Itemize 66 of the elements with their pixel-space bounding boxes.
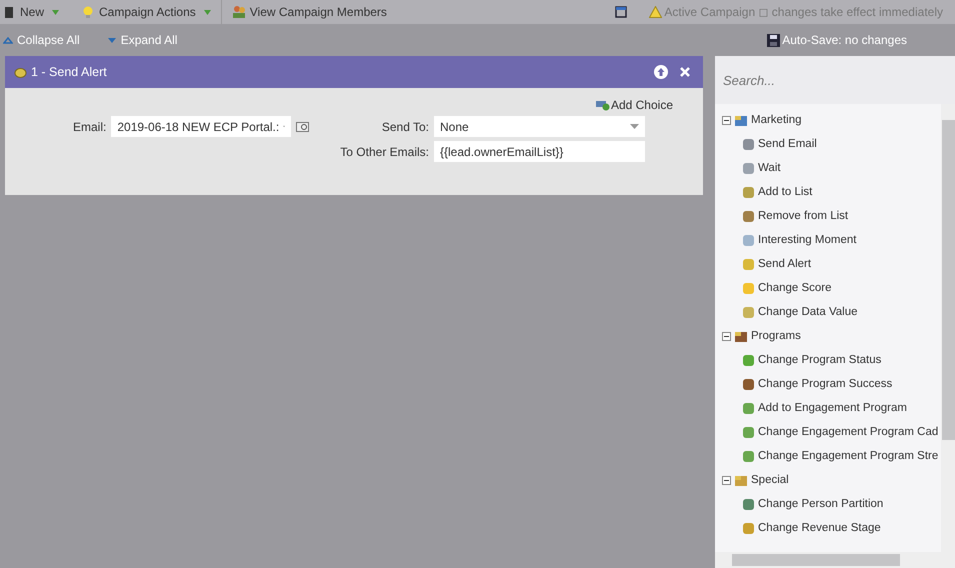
expand-arrow-icon <box>106 36 117 44</box>
field-label: Email: <box>73 120 106 134</box>
people-icon <box>232 5 246 19</box>
notice-text: Active Campaign ◻ changes take effect immediately <box>664 5 943 19</box>
flow-action-icon <box>742 402 755 414</box>
move-up-icon[interactable] <box>654 65 668 79</box>
flow-action-icon <box>742 162 755 174</box>
warning-icon <box>649 6 662 18</box>
folder-icon <box>734 330 748 342</box>
collapse-icon[interactable] <box>722 476 731 484</box>
tree-item[interactable]: Send Email <box>758 138 817 150</box>
flow-action-icon <box>742 282 755 294</box>
document-icon <box>2 5 16 19</box>
toolbar-button[interactable]: View Campaign Members <box>230 0 397 24</box>
flow-action-icon <box>742 522 755 534</box>
tree-item[interactable]: Remove from List <box>758 210 848 222</box>
tree-item[interactable]: Add to Engagement Program <box>758 402 907 414</box>
toolbar-button[interactable]: New <box>0 0 80 24</box>
caret-icon <box>630 124 639 129</box>
tree-item[interactable]: Change Engagement Program Cad <box>758 426 938 438</box>
field-label: Send To: <box>382 120 429 134</box>
dropdown-field[interactable]: 2019-06-18 NEW ECP Portal.: <box>111 116 292 137</box>
flow-action-icon <box>742 186 755 198</box>
autosave-status: Auto-Save: no changes <box>782 33 907 47</box>
flow-action-icon <box>742 426 755 438</box>
add-choice-icon <box>596 99 610 111</box>
tree-item[interactable]: Wait <box>758 162 781 174</box>
flow-action-icon <box>742 306 755 318</box>
flow-action-icon <box>742 378 755 390</box>
tree-group[interactable]: Special <box>751 474 789 486</box>
add-choice-button[interactable]: Add Choice <box>596 98 673 112</box>
tree-item[interactable]: Add to List <box>758 186 812 198</box>
tree-item[interactable]: Change Program Success <box>758 378 892 390</box>
tree-item[interactable]: Send Alert <box>758 258 812 270</box>
lightbulb-icon <box>81 5 96 19</box>
field-label: To Other Emails: <box>340 144 429 158</box>
toolbar-button[interactable]: Campaign Actions <box>79 0 221 24</box>
flow-step-title: 1 - Send Alert <box>31 65 107 79</box>
tree-item[interactable]: Change Data Value <box>758 306 858 318</box>
tree-item[interactable]: Change Engagement Program Stre <box>758 450 938 462</box>
flow-action-icon <box>742 138 755 150</box>
collapse-icon[interactable] <box>722 332 731 340</box>
horizontal-scrollbar[interactable] <box>715 552 955 568</box>
tree-item[interactable]: Change Program Status <box>758 354 882 366</box>
tree-group[interactable]: Marketing <box>751 114 802 126</box>
search-field[interactable]: Search... <box>715 56 955 104</box>
tree-item[interactable]: Change Person Partition <box>758 498 884 510</box>
tree-item[interactable]: Change Score <box>758 282 832 294</box>
flow-action-icon <box>742 258 755 270</box>
tree-group[interactable]: Programs <box>751 330 801 342</box>
window-icon[interactable] <box>615 6 628 18</box>
tree-item[interactable]: Change Revenue Stage <box>758 522 881 534</box>
collapse-icon[interactable] <box>722 116 731 124</box>
flow-action-icon <box>742 234 755 246</box>
folder-icon <box>734 114 748 126</box>
collapse-arrow-icon <box>3 36 13 44</box>
tree-item[interactable]: Interesting Moment <box>758 234 856 246</box>
input-field[interactable]: {{lead.ownerEmailList}} <box>434 141 645 162</box>
flow-action-icon <box>742 498 755 510</box>
flow-action-icon <box>742 210 755 222</box>
flow-action-icon <box>742 354 755 366</box>
preview-icon[interactable] <box>296 120 310 132</box>
folder-icon <box>734 474 748 486</box>
close-icon[interactable] <box>679 66 691 78</box>
dropdown-field[interactable]: None <box>434 116 645 137</box>
flow-action-icon <box>742 450 755 462</box>
